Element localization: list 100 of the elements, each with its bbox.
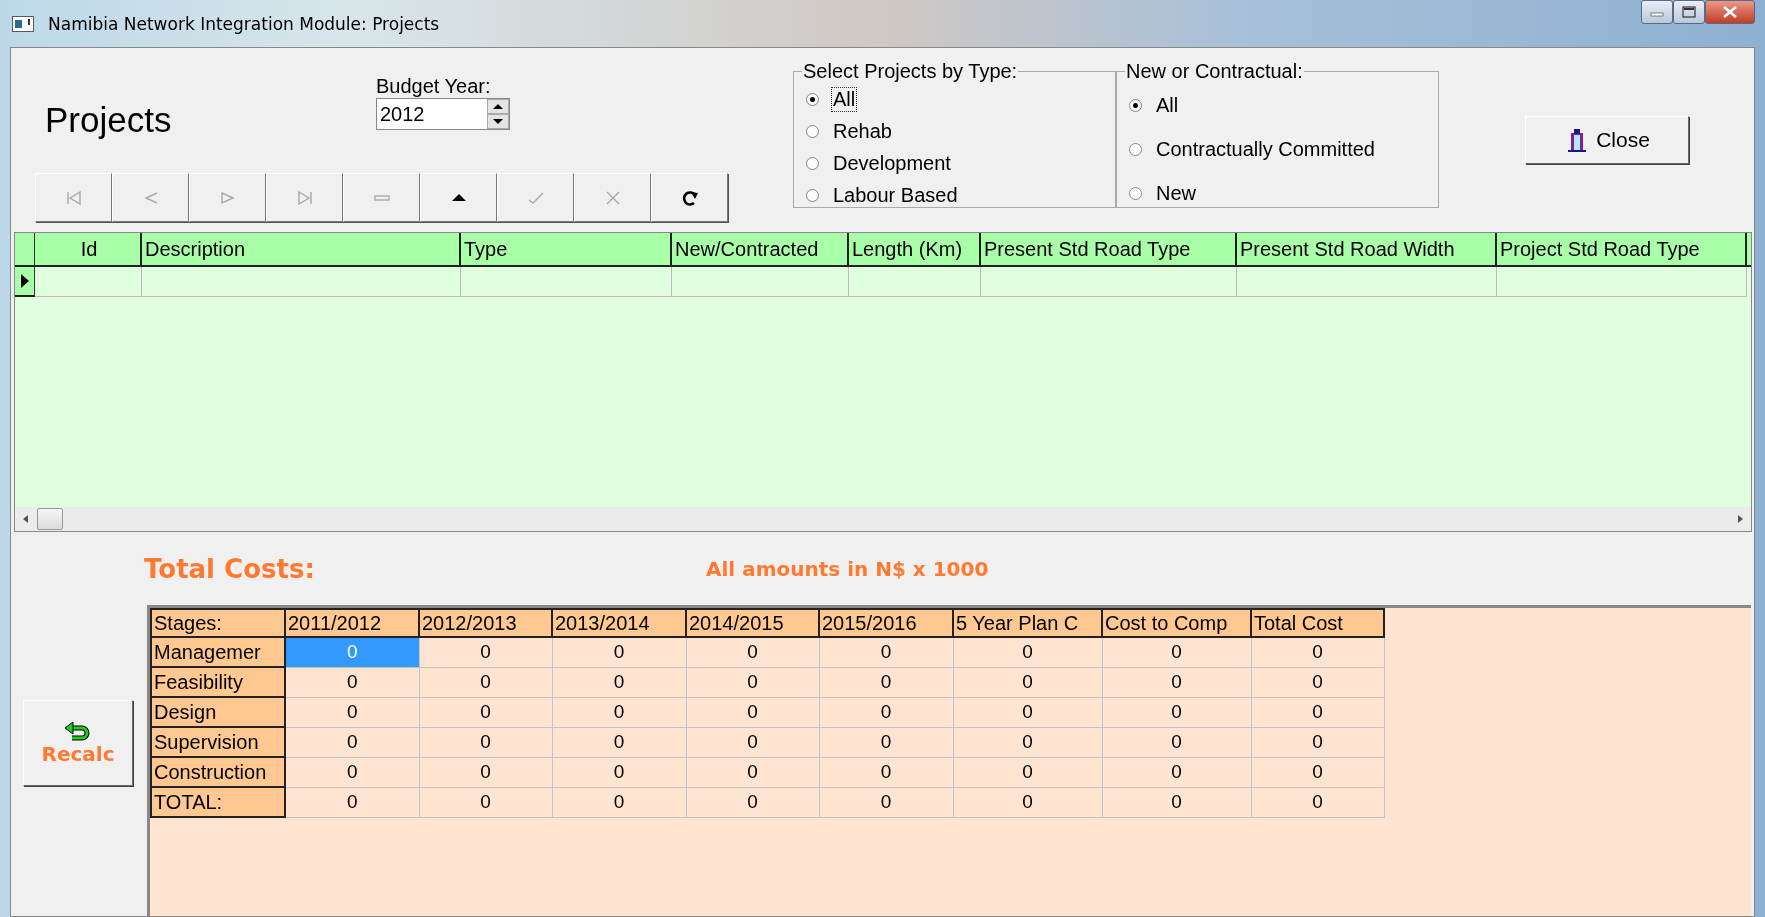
table-cell[interactable] (981, 267, 1237, 297)
table-cell[interactable] (461, 267, 672, 297)
table-cell[interactable]: 0 (552, 757, 686, 787)
radio-label[interactable]: All (831, 86, 858, 112)
table-cell[interactable]: 0 (686, 697, 819, 727)
table-cell[interactable]: 0 (1251, 727, 1384, 757)
table-cell[interactable]: 0 (953, 757, 1102, 787)
table-cell[interactable]: 0 (419, 697, 552, 727)
navigator-button[interactable] (497, 173, 574, 222)
table-cell[interactable]: 0 (819, 637, 953, 667)
close-button[interactable] (1705, 0, 1755, 24)
table-cell[interactable]: 0 (1251, 697, 1384, 727)
column-header[interactable]: Stages: (151, 609, 285, 637)
table-cell[interactable]: 0 (819, 787, 953, 817)
table-cell[interactable]: 0 (285, 757, 419, 787)
table-cell[interactable]: 0 (1251, 757, 1384, 787)
column-header[interactable]: Length (Km) (849, 233, 981, 265)
table-cell[interactable]: 0 (285, 697, 419, 727)
table-cell[interactable]: 0 (953, 637, 1102, 667)
table-cell[interactable]: 0 (819, 727, 953, 757)
table-cell[interactable]: 0 (819, 697, 953, 727)
table-cell[interactable]: 0 (552, 727, 686, 757)
table-cell[interactable]: 0 (285, 787, 419, 817)
table-cell[interactable]: 0 (419, 637, 552, 667)
table-cell[interactable]: 0 (686, 667, 819, 697)
radio-label[interactable]: Development (831, 150, 953, 176)
column-header[interactable]: Cost to Comp (1102, 609, 1251, 637)
radio-button[interactable] (806, 188, 819, 202)
navigator-button[interactable] (343, 173, 420, 222)
table-cell[interactable] (849, 267, 981, 297)
table-cell[interactable]: 0 (1102, 667, 1251, 697)
column-header[interactable]: Present Std Road Type (981, 233, 1237, 265)
table-cell[interactable]: 0 (953, 727, 1102, 757)
radio-button[interactable] (1129, 98, 1142, 112)
table-cell[interactable]: 0 (686, 637, 819, 667)
table-cell[interactable]: 0 (285, 667, 419, 697)
table-cell[interactable]: 0 (1102, 787, 1251, 817)
navigator-button[interactable] (420, 173, 497, 222)
column-header[interactable]: Present Std Road Width (1237, 233, 1497, 265)
radio-button[interactable] (1129, 186, 1142, 200)
column-header[interactable]: Description (142, 233, 461, 265)
table-cell[interactable]: 0 (1251, 637, 1384, 667)
column-header[interactable]: 2015/2016 (819, 609, 953, 637)
column-header[interactable]: Total Cost (1251, 609, 1384, 637)
table-cell[interactable]: 0 (1251, 667, 1384, 697)
table-cell[interactable]: 0 (686, 787, 819, 817)
table-cell[interactable] (672, 267, 849, 297)
scroll-thumb[interactable] (37, 508, 63, 530)
table-cell[interactable] (1497, 267, 1747, 297)
table-cell[interactable]: 0 (1102, 637, 1251, 667)
table-cell[interactable]: 0 (953, 787, 1102, 817)
table-cell[interactable]: 0 (419, 727, 552, 757)
row-indicator[interactable] (15, 267, 35, 297)
radio-button[interactable] (806, 156, 819, 170)
table-cell[interactable]: 0 (1102, 697, 1251, 727)
table-cell[interactable]: 0 (953, 697, 1102, 727)
radio-button[interactable] (806, 92, 819, 106)
table-cell[interactable]: 0 (285, 727, 419, 757)
navigator-button[interactable] (651, 173, 728, 222)
radio-label[interactable]: Labour Based (831, 182, 960, 208)
table-cell[interactable]: 0 (552, 637, 686, 667)
navigator-button[interactable] (112, 173, 189, 222)
radio-label[interactable]: Contractually Committed (1154, 136, 1377, 162)
navigator-button[interactable] (266, 173, 343, 222)
table-cell[interactable]: 0 (1102, 757, 1251, 787)
minimize-button[interactable] (1641, 0, 1673, 24)
table-cell[interactable]: 0 (1251, 787, 1384, 817)
navigator-button[interactable] (574, 173, 651, 222)
table-cell[interactable]: 0 (419, 787, 552, 817)
table-cell[interactable] (1237, 267, 1497, 297)
radio-label[interactable]: Rehab (831, 118, 894, 144)
column-header[interactable]: New/Contracted (672, 233, 849, 265)
close-button[interactable]: Close (1525, 116, 1689, 164)
table-cell[interactable] (142, 267, 461, 297)
table-cell[interactable]: 0 (552, 667, 686, 697)
horizontal-scrollbar[interactable] (15, 507, 1751, 531)
table-cell[interactable]: 0 (686, 727, 819, 757)
table-cell[interactable]: 0 (1102, 727, 1251, 757)
table-cell[interactable]: 0 (686, 757, 819, 787)
radio-label[interactable]: All (1154, 92, 1181, 118)
table-cell[interactable]: 0 (419, 667, 552, 697)
navigator-button[interactable] (35, 173, 112, 222)
table-cell[interactable]: 0 (419, 757, 552, 787)
radio-button[interactable] (806, 124, 819, 138)
column-header[interactable]: Type (461, 233, 672, 265)
column-header[interactable]: 2014/2015 (686, 609, 819, 637)
table-cell[interactable]: 0 (819, 757, 953, 787)
table-cell[interactable]: 0 (552, 787, 686, 817)
table-cell[interactable]: 0 (552, 697, 686, 727)
table-cell[interactable]: 0 (953, 667, 1102, 697)
column-header[interactable]: 2011/2012 (285, 609, 419, 637)
radio-label[interactable]: New (1154, 180, 1198, 206)
maximize-button[interactable] (1673, 0, 1705, 24)
radio-button[interactable] (1129, 142, 1142, 156)
column-header[interactable]: 2013/2014 (552, 609, 686, 637)
year-spinner[interactable]: 2012 (376, 98, 510, 130)
column-header[interactable]: 2012/2013 (419, 609, 552, 637)
table-cell[interactable] (35, 267, 142, 297)
column-header[interactable]: Project Std Road Type (1497, 233, 1747, 265)
column-header[interactable]: Id (35, 233, 142, 265)
